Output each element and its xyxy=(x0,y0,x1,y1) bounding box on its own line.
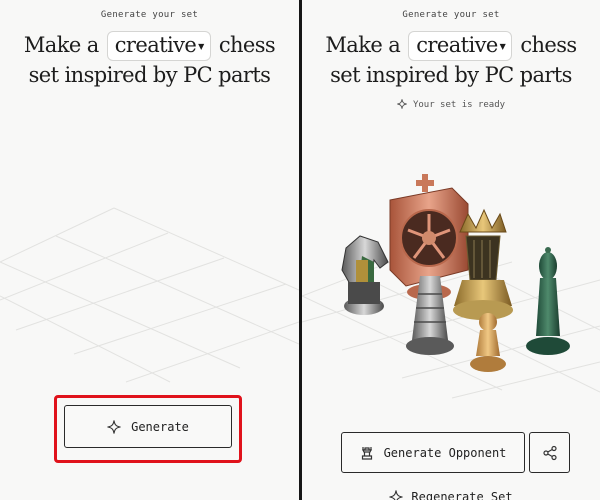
chevron-down-icon: ▼ xyxy=(499,42,506,51)
generate-opponent-button[interactable]: Generate Opponent xyxy=(341,432,525,473)
eyebrow-text: Generate your set xyxy=(402,10,500,20)
headline-prefix: Make a xyxy=(325,33,401,57)
mode-select-value: creative xyxy=(114,33,197,57)
mode-select[interactable]: creative ▼ xyxy=(408,31,513,61)
headline: Make a creative ▼ chess set inspired by P… xyxy=(302,31,600,89)
sparkle-icon xyxy=(107,419,121,434)
sparkle-icon xyxy=(397,99,407,112)
generate-opponent-label: Generate Opponent xyxy=(383,445,507,460)
headline-line-2: set inspired by PC parts xyxy=(28,63,271,87)
eyebrow-text: Generate your set xyxy=(100,10,199,20)
regenerate-set-label: Regenerate Set xyxy=(411,490,513,500)
generate-button-label: Generate xyxy=(131,419,189,434)
headline-prefix: Make a xyxy=(23,33,99,57)
mode-select[interactable]: creative ▼ xyxy=(106,31,211,61)
headline-line-2: set inspired by PC parts xyxy=(330,63,572,87)
headline-suffix: chess xyxy=(520,33,577,57)
regenerate-set-button[interactable]: Regenerate Set xyxy=(302,490,600,500)
generator-panel-empty: Generate your set Make a creative ▼ chess… xyxy=(0,0,299,500)
share-button[interactable] xyxy=(529,432,570,473)
knight-piece xyxy=(341,235,389,315)
headline-suffix: chess xyxy=(218,33,276,57)
generator-panel-result: Generate your set Make a creative ▼ chess… xyxy=(302,0,600,500)
pawn-piece-brass xyxy=(470,313,506,372)
sparkle-icon xyxy=(389,490,404,500)
headline: Make a creative ▼ chess set inspired by P… xyxy=(0,31,299,89)
mode-select-value: creative xyxy=(416,33,498,57)
chevron-down-icon: ▼ xyxy=(198,42,204,51)
bishop-piece xyxy=(526,247,570,355)
generate-button[interactable]: Generate xyxy=(64,405,232,448)
chess-set-illustration xyxy=(341,174,570,372)
status-message: Your set is ready xyxy=(302,99,600,112)
rook-icon xyxy=(360,446,374,460)
share-icon xyxy=(542,445,558,461)
status-text: Your set is ready xyxy=(412,100,506,110)
